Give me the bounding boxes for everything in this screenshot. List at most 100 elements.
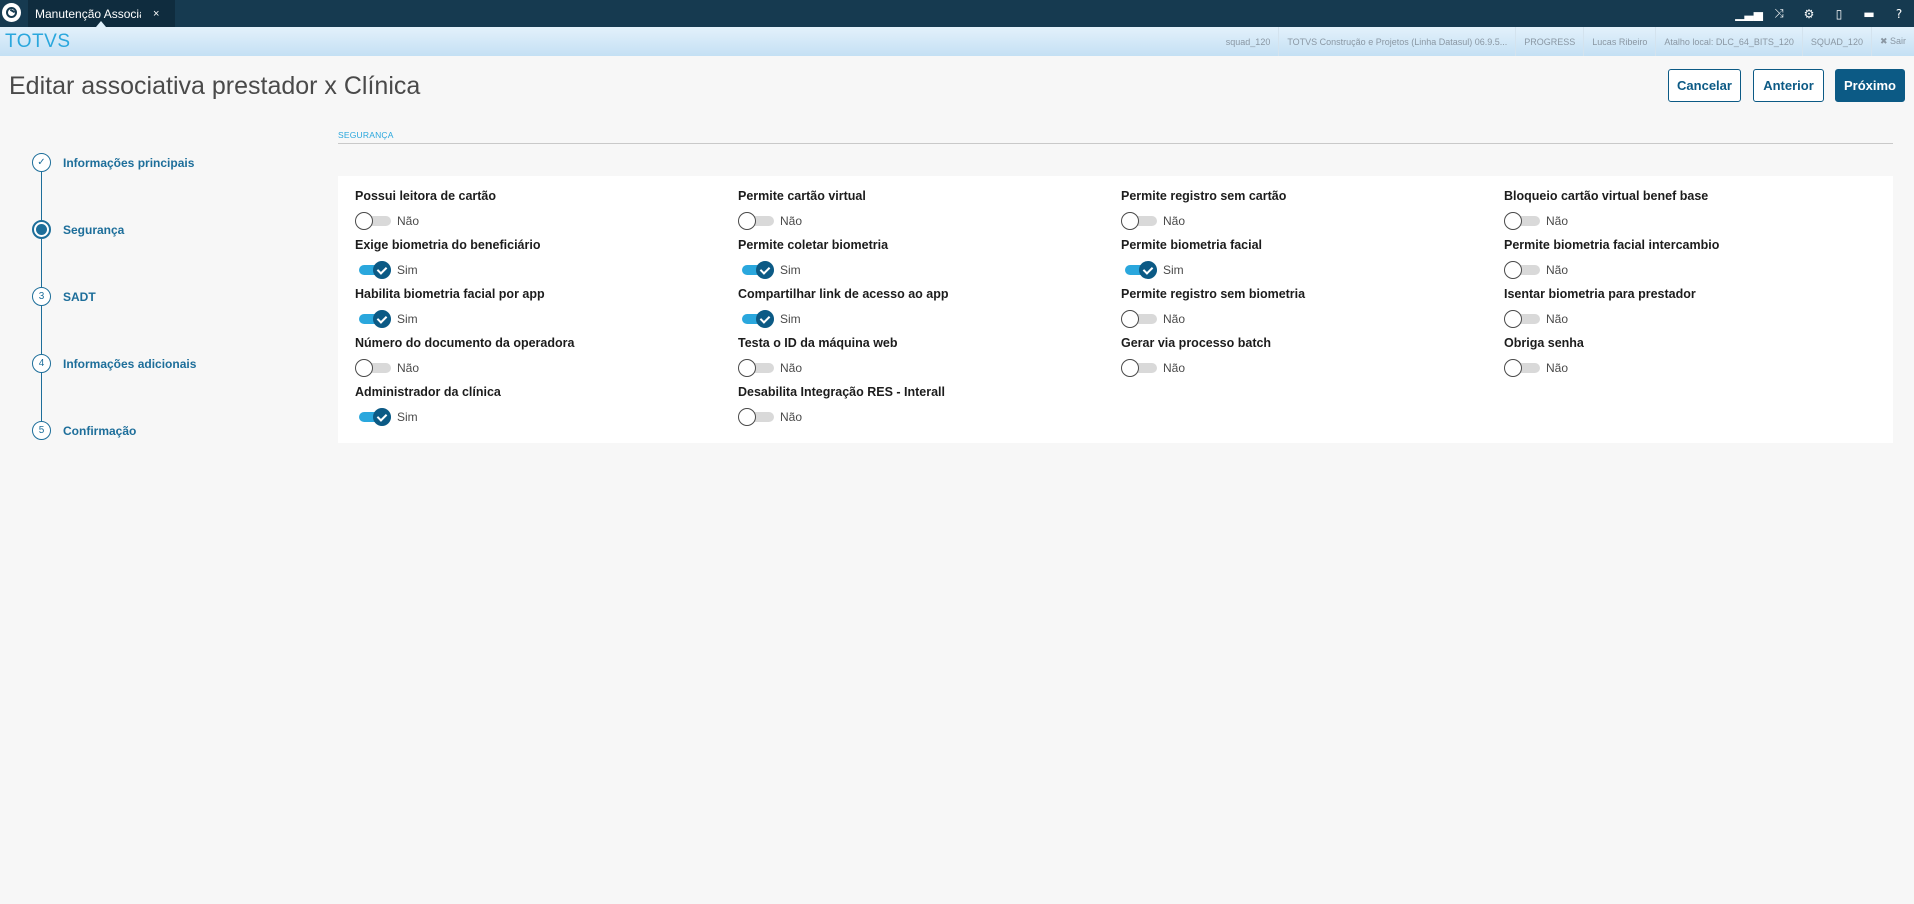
info-user: Lucas Ribeiro bbox=[1583, 27, 1655, 56]
previous-button[interactable]: Anterior bbox=[1753, 69, 1824, 102]
switch-row: Não bbox=[1504, 359, 1874, 377]
field-label: Possui leitora de cartão bbox=[355, 189, 497, 203]
logout-button[interactable]: ✖ Sair bbox=[1870, 27, 1914, 56]
toggle-switch[interactable] bbox=[1504, 310, 1540, 328]
field-label: Isentar biometria para prestador bbox=[1504, 287, 1696, 301]
switch-field: Permite cartão virtual Não bbox=[738, 188, 1108, 230]
switch-row: Sim bbox=[355, 261, 725, 279]
help-icon[interactable]: ? bbox=[1884, 0, 1914, 27]
switch-row: Não bbox=[355, 359, 725, 377]
field-label: Permite registro sem biometria bbox=[1121, 287, 1306, 301]
switch-field: Permite registro sem biometria Não bbox=[1121, 286, 1491, 328]
switch-value: Sim bbox=[397, 263, 418, 277]
switch-row: Sim bbox=[355, 310, 725, 328]
toggle-switch[interactable] bbox=[1121, 212, 1157, 230]
switch-row: Não bbox=[355, 212, 725, 230]
switch-row: Não bbox=[1504, 310, 1874, 328]
switch-value: Não bbox=[1546, 214, 1569, 228]
step-informacoes-principais[interactable]: ✓ Informações principais bbox=[32, 153, 194, 172]
switch-value: Sim bbox=[780, 312, 801, 326]
switch-field: Permite biometria facial intercambio Não bbox=[1504, 237, 1874, 279]
switch-value: Não bbox=[1163, 361, 1186, 375]
switch-row: Não bbox=[1504, 261, 1874, 279]
toggle-switch[interactable] bbox=[738, 261, 774, 279]
toggle-switch[interactable] bbox=[1504, 212, 1540, 230]
step-number: 3 bbox=[32, 287, 51, 306]
active-step-icon bbox=[32, 220, 51, 239]
field-label: Permite registro sem cartão bbox=[1121, 189, 1287, 203]
toggle-switch[interactable] bbox=[1121, 261, 1157, 279]
toggle-switch[interactable] bbox=[355, 212, 391, 230]
toggle-switch[interactable] bbox=[738, 408, 774, 426]
switch-value: Não bbox=[1163, 214, 1186, 228]
section-divider bbox=[338, 143, 1893, 144]
switch-value: Não bbox=[780, 361, 803, 375]
step-number: 5 bbox=[32, 421, 51, 440]
toggle-switch[interactable] bbox=[355, 310, 391, 328]
cancel-button[interactable]: Cancelar bbox=[1668, 69, 1741, 102]
switch-row: Sim bbox=[738, 261, 1108, 279]
switch-field: Exige biometria do beneficiário Sim bbox=[355, 237, 725, 279]
switch-field: Permite biometria facial Sim bbox=[1121, 237, 1491, 279]
step-sadt[interactable]: 3 SADT bbox=[32, 287, 96, 306]
step-label: Segurança bbox=[63, 222, 125, 237]
switch-field: Gerar via processo batch Não bbox=[1121, 335, 1491, 377]
switch-value: Não bbox=[1546, 263, 1569, 277]
brand-logo: TOTVS bbox=[5, 31, 71, 52]
info-shortcut: Atalho local: DLC_64_BITS_120 bbox=[1655, 27, 1802, 56]
switch-value: Sim bbox=[1163, 263, 1184, 277]
switch-field: Obriga senha Não bbox=[1504, 335, 1874, 377]
field-label: Permite biometria facial intercambio bbox=[1504, 238, 1720, 252]
signal-icon[interactable]: ▁▃▅ bbox=[1734, 0, 1764, 27]
switch-field: Compartilhar link de acesso ao app Sim bbox=[738, 286, 1108, 328]
step-confirmacao[interactable]: 5 Confirmação bbox=[32, 421, 136, 440]
switch-row: Não bbox=[1121, 212, 1491, 230]
topbar-icons: ▁▃▅ ⤨ ⚙ ▯ ▬ ? bbox=[1734, 0, 1914, 27]
toggle-switch[interactable] bbox=[1121, 310, 1157, 328]
toggle-switch[interactable] bbox=[1121, 359, 1157, 377]
field-label: Testa o ID da máquina web bbox=[738, 336, 898, 350]
step-label: SADT bbox=[63, 289, 96, 304]
step-informacoes-adicionais[interactable]: 4 Informações adicionais bbox=[32, 354, 196, 373]
toggle-switch[interactable] bbox=[738, 212, 774, 230]
info-database: PROGRESS bbox=[1515, 27, 1583, 56]
switch-field: Administrador da clínica Sim bbox=[355, 384, 725, 426]
info-product: TOTVS Construção e Projetos (Linha Datas… bbox=[1278, 27, 1515, 56]
switch-row: Não bbox=[1121, 310, 1491, 328]
field-label: Bloqueio cartão virtual benef base bbox=[1504, 189, 1709, 203]
next-button[interactable]: Próximo bbox=[1835, 69, 1905, 102]
gear-icon[interactable]: ⚙ bbox=[1794, 0, 1824, 27]
toggle-switch[interactable] bbox=[1504, 261, 1540, 279]
toggle-switch[interactable] bbox=[355, 359, 391, 377]
switch-row: Não bbox=[1121, 359, 1491, 377]
section-title: SEGURANÇA bbox=[338, 130, 394, 140]
switch-value: Sim bbox=[780, 263, 801, 277]
field-label: Permite coletar biometria bbox=[738, 238, 889, 252]
app-logo-icon[interactable] bbox=[2, 3, 21, 22]
switch-field: Bloqueio cartão virtual benef base Não bbox=[1504, 188, 1874, 230]
switch-row: Sim bbox=[355, 408, 725, 426]
step-seguranca[interactable]: Segurança bbox=[32, 220, 124, 239]
toggle-switch[interactable] bbox=[1504, 359, 1540, 377]
toggle-switch[interactable] bbox=[355, 408, 391, 426]
field-label: Administrador da clínica bbox=[355, 385, 501, 399]
switch-field: Permite registro sem cartão Não bbox=[1121, 188, 1491, 230]
switch-field: Desabilita Integração RES - Interall Não bbox=[738, 384, 1108, 426]
toggle-switch[interactable] bbox=[738, 310, 774, 328]
field-label: Permite biometria facial bbox=[1121, 238, 1263, 252]
switch-field: Testa o ID da máquina web Não bbox=[738, 335, 1108, 377]
chat-icon[interactable]: ▬ bbox=[1854, 0, 1884, 27]
switch-value: Sim bbox=[397, 410, 418, 424]
top-bar: Manutenção Associati × ▁▃▅ ⤨ ⚙ ▯ ▬ ? bbox=[0, 0, 1914, 27]
close-icon[interactable]: × bbox=[153, 8, 159, 20]
toggle-switch[interactable] bbox=[738, 359, 774, 377]
field-label: Obriga senha bbox=[1504, 336, 1584, 350]
toggle-switch[interactable] bbox=[355, 261, 391, 279]
step-label: Informações adicionais bbox=[63, 356, 197, 371]
brand-bar: TOTVS squad_120 TOTVS Construção e Proje… bbox=[0, 27, 1914, 56]
step-label: Informações principais bbox=[63, 155, 195, 170]
shuffle-icon[interactable]: ⤨ bbox=[1764, 0, 1794, 27]
switch-row: Não bbox=[738, 212, 1108, 230]
document-icon[interactable]: ▯ bbox=[1824, 0, 1854, 27]
switch-field: Permite coletar biometria Sim bbox=[738, 237, 1108, 279]
